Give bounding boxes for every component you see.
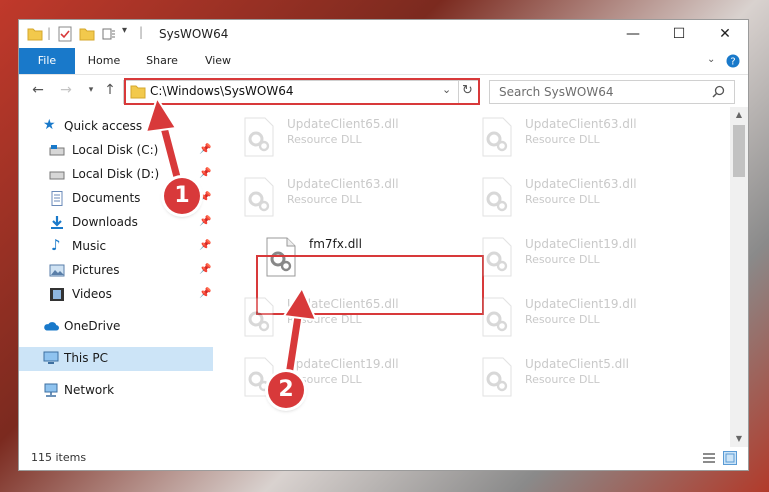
step-2-badge: 2	[268, 372, 304, 408]
step-1-badge: 1	[164, 178, 200, 214]
annotation-arrows	[144, 95, 318, 394]
